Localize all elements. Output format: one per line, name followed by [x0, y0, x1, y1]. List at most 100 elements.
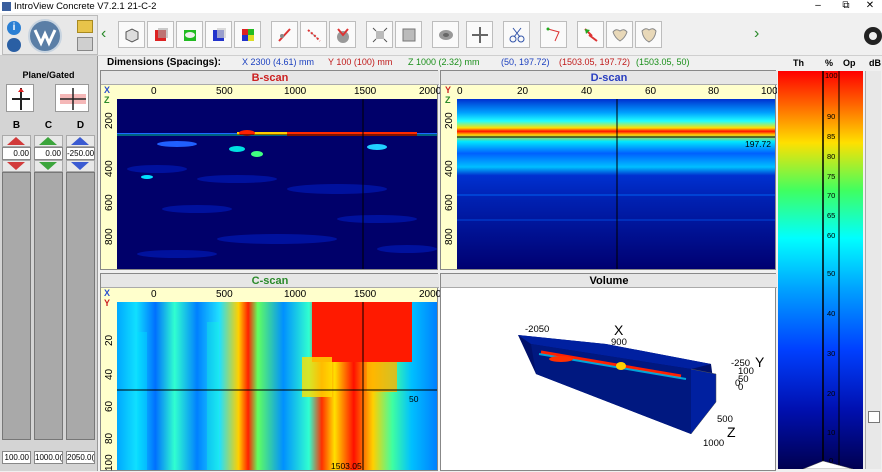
col-b-max-value[interactable]: 100.00 — [2, 451, 31, 464]
volume-z-1000: 1000 — [703, 438, 725, 449]
dscan-xtick-5: 100 — [761, 86, 778, 97]
dim-y: Y 100 (100) mm — [328, 57, 393, 67]
expand-arrows-button[interactable] — [466, 21, 493, 48]
col-b-slider-track[interactable] — [2, 172, 31, 440]
info-icon[interactable]: i — [7, 21, 21, 35]
point-3: (1503.05, 50) — [636, 57, 690, 67]
maximize-button[interactable]: ⧉ — [836, 0, 856, 13]
cscan-xtick-2: 1000 — [284, 289, 307, 300]
cscan-title: C-scan — [101, 274, 439, 288]
open-folder-icon[interactable] — [77, 20, 93, 33]
dscan-xtick-1: 20 — [517, 86, 529, 97]
app-logo-icon — [2, 2, 11, 11]
dscan-image[interactable] — [457, 99, 775, 269]
volume-y-label: Y — [755, 354, 765, 370]
colorbar-gradient[interactable] — [778, 71, 863, 470]
cb-tick-40: 40 — [827, 309, 836, 318]
close-button[interactable]: ✕ — [860, 0, 880, 13]
cscan-ytick-4: 100 — [104, 454, 115, 471]
measure-line-button[interactable] — [540, 21, 567, 48]
colorbar-panel: Th % Op dB 100 90 85 80 75 70 65 60 50 4… — [777, 56, 882, 471]
zoom-reset-button[interactable] — [395, 21, 422, 48]
colorbar-scroll-thumb[interactable] — [868, 411, 880, 423]
save-icon[interactable] — [77, 37, 93, 51]
cb-tick-65: 65 — [827, 211, 836, 220]
dscan-ytick-2: 600 — [444, 194, 455, 211]
zoom-fit-button[interactable] — [366, 21, 393, 48]
dscan-xtick-0: 0 — [457, 86, 463, 97]
dscan-xtick-4: 80 — [708, 86, 720, 97]
view-cube-outline-button[interactable] — [118, 21, 145, 48]
cscan-image[interactable] — [117, 302, 437, 470]
col-d-up-button[interactable] — [66, 135, 95, 147]
brand-logo-icon — [28, 19, 62, 53]
plane-mode-button[interactable] — [6, 84, 34, 112]
bscan-panel: B-scan X Z 0 500 1000 1500 2000 200 400 … — [100, 70, 441, 270]
cb-tick-75: 75 — [827, 172, 836, 181]
cb-tick-50: 50 — [827, 269, 836, 278]
col-c-max-value[interactable]: 1000.0( — [34, 451, 63, 464]
view-cube-c-button[interactable] — [176, 21, 203, 48]
col-c-slider-track[interactable] — [34, 172, 63, 440]
view-cube-color-button[interactable] — [234, 21, 261, 48]
help-icon[interactable] — [7, 38, 21, 52]
dscan-panel: D-scan Y Z 0 20 40 60 80 100 200 400 600… — [440, 70, 778, 270]
bscan-xtick-0: 0 — [151, 86, 157, 97]
dscan-title: D-scan — [441, 71, 777, 85]
col-d-down-button[interactable] — [66, 160, 95, 172]
scissors-tool-button[interactable] — [503, 21, 530, 48]
volume-title: Volume — [441, 274, 777, 288]
minimize-button[interactable]: – — [808, 0, 828, 13]
cb-tick-85: 85 — [827, 132, 836, 141]
view-cube-b-button[interactable] — [147, 21, 174, 48]
dscan-xtick-2: 40 — [581, 86, 593, 97]
cb-tick-70: 70 — [827, 191, 836, 200]
volume-side-0: 0 — [735, 378, 741, 389]
volume-3d-view[interactable] — [511, 314, 751, 454]
volume-x-label: X — [614, 322, 624, 338]
cb-tick-60: 60 — [827, 231, 836, 240]
cb-tick-100: 100 — [825, 71, 838, 80]
volume-panel: Volume -2050 X 900 -250 Y 100 50 0 500 Z… — [440, 273, 777, 471]
col-d-slider-track[interactable] — [66, 172, 95, 440]
target-tool-button[interactable] — [329, 21, 356, 48]
col-c-value[interactable]: 0.00 — [34, 147, 63, 160]
volume-x-900: 900 — [611, 337, 627, 348]
bscan-title: B-scan — [101, 71, 439, 85]
path-tool-button[interactable] — [300, 21, 327, 48]
toolbar-scroll-right-icon[interactable]: › — [754, 25, 759, 43]
col-c-up-button[interactable] — [34, 135, 63, 147]
texture-tool-button[interactable] — [432, 21, 459, 48]
probe-tool-button[interactable] — [271, 21, 298, 48]
toolbar-scroll-left-icon[interactable]: ‹ — [101, 25, 106, 43]
col-d-max-value[interactable]: 2050.0( — [66, 451, 95, 464]
report-tool-button[interactable] — [635, 21, 662, 48]
dscan-axis-y-label: Z — [445, 95, 451, 105]
col-b-value[interactable]: 0.00 — [2, 147, 31, 160]
cb-tick-80: 80 — [827, 152, 836, 161]
cscan-xtick-1: 500 — [216, 289, 233, 300]
col-b-down-button[interactable] — [2, 160, 31, 172]
colorbar-scrollbar[interactable] — [865, 71, 881, 469]
bscan-ytick-2: 600 — [104, 194, 115, 211]
cb-tick-90: 90 — [827, 112, 836, 121]
col-c-down-button[interactable] — [34, 160, 63, 172]
dscan-ytick-1: 400 — [444, 160, 455, 177]
cscan-xtick-4: 2000 — [419, 289, 442, 300]
bscan-xtick-3: 1500 — [354, 86, 377, 97]
col-d-value[interactable]: -250.00 — [66, 147, 95, 160]
col-b-header: B — [12, 120, 21, 131]
view-cube-d-button[interactable] — [205, 21, 232, 48]
volume-x-min: -2050 — [525, 324, 550, 335]
cscan-axis-y-label: Y — [104, 298, 111, 308]
bscan-image[interactable] — [117, 99, 437, 269]
select-arrow-button[interactable] — [577, 21, 604, 48]
cscan-axis-x-label: X — [104, 288, 111, 298]
gated-mode-button[interactable] — [55, 84, 89, 112]
dscan-ytick-3: 800 — [444, 228, 455, 245]
dscan-axis-x-label: Y — [445, 85, 452, 95]
map-tool-button[interactable] — [606, 21, 633, 48]
col-b-up-button[interactable] — [2, 135, 31, 147]
volume-z-label: Z — [727, 424, 736, 440]
settings-gear-icon[interactable] — [860, 23, 882, 49]
